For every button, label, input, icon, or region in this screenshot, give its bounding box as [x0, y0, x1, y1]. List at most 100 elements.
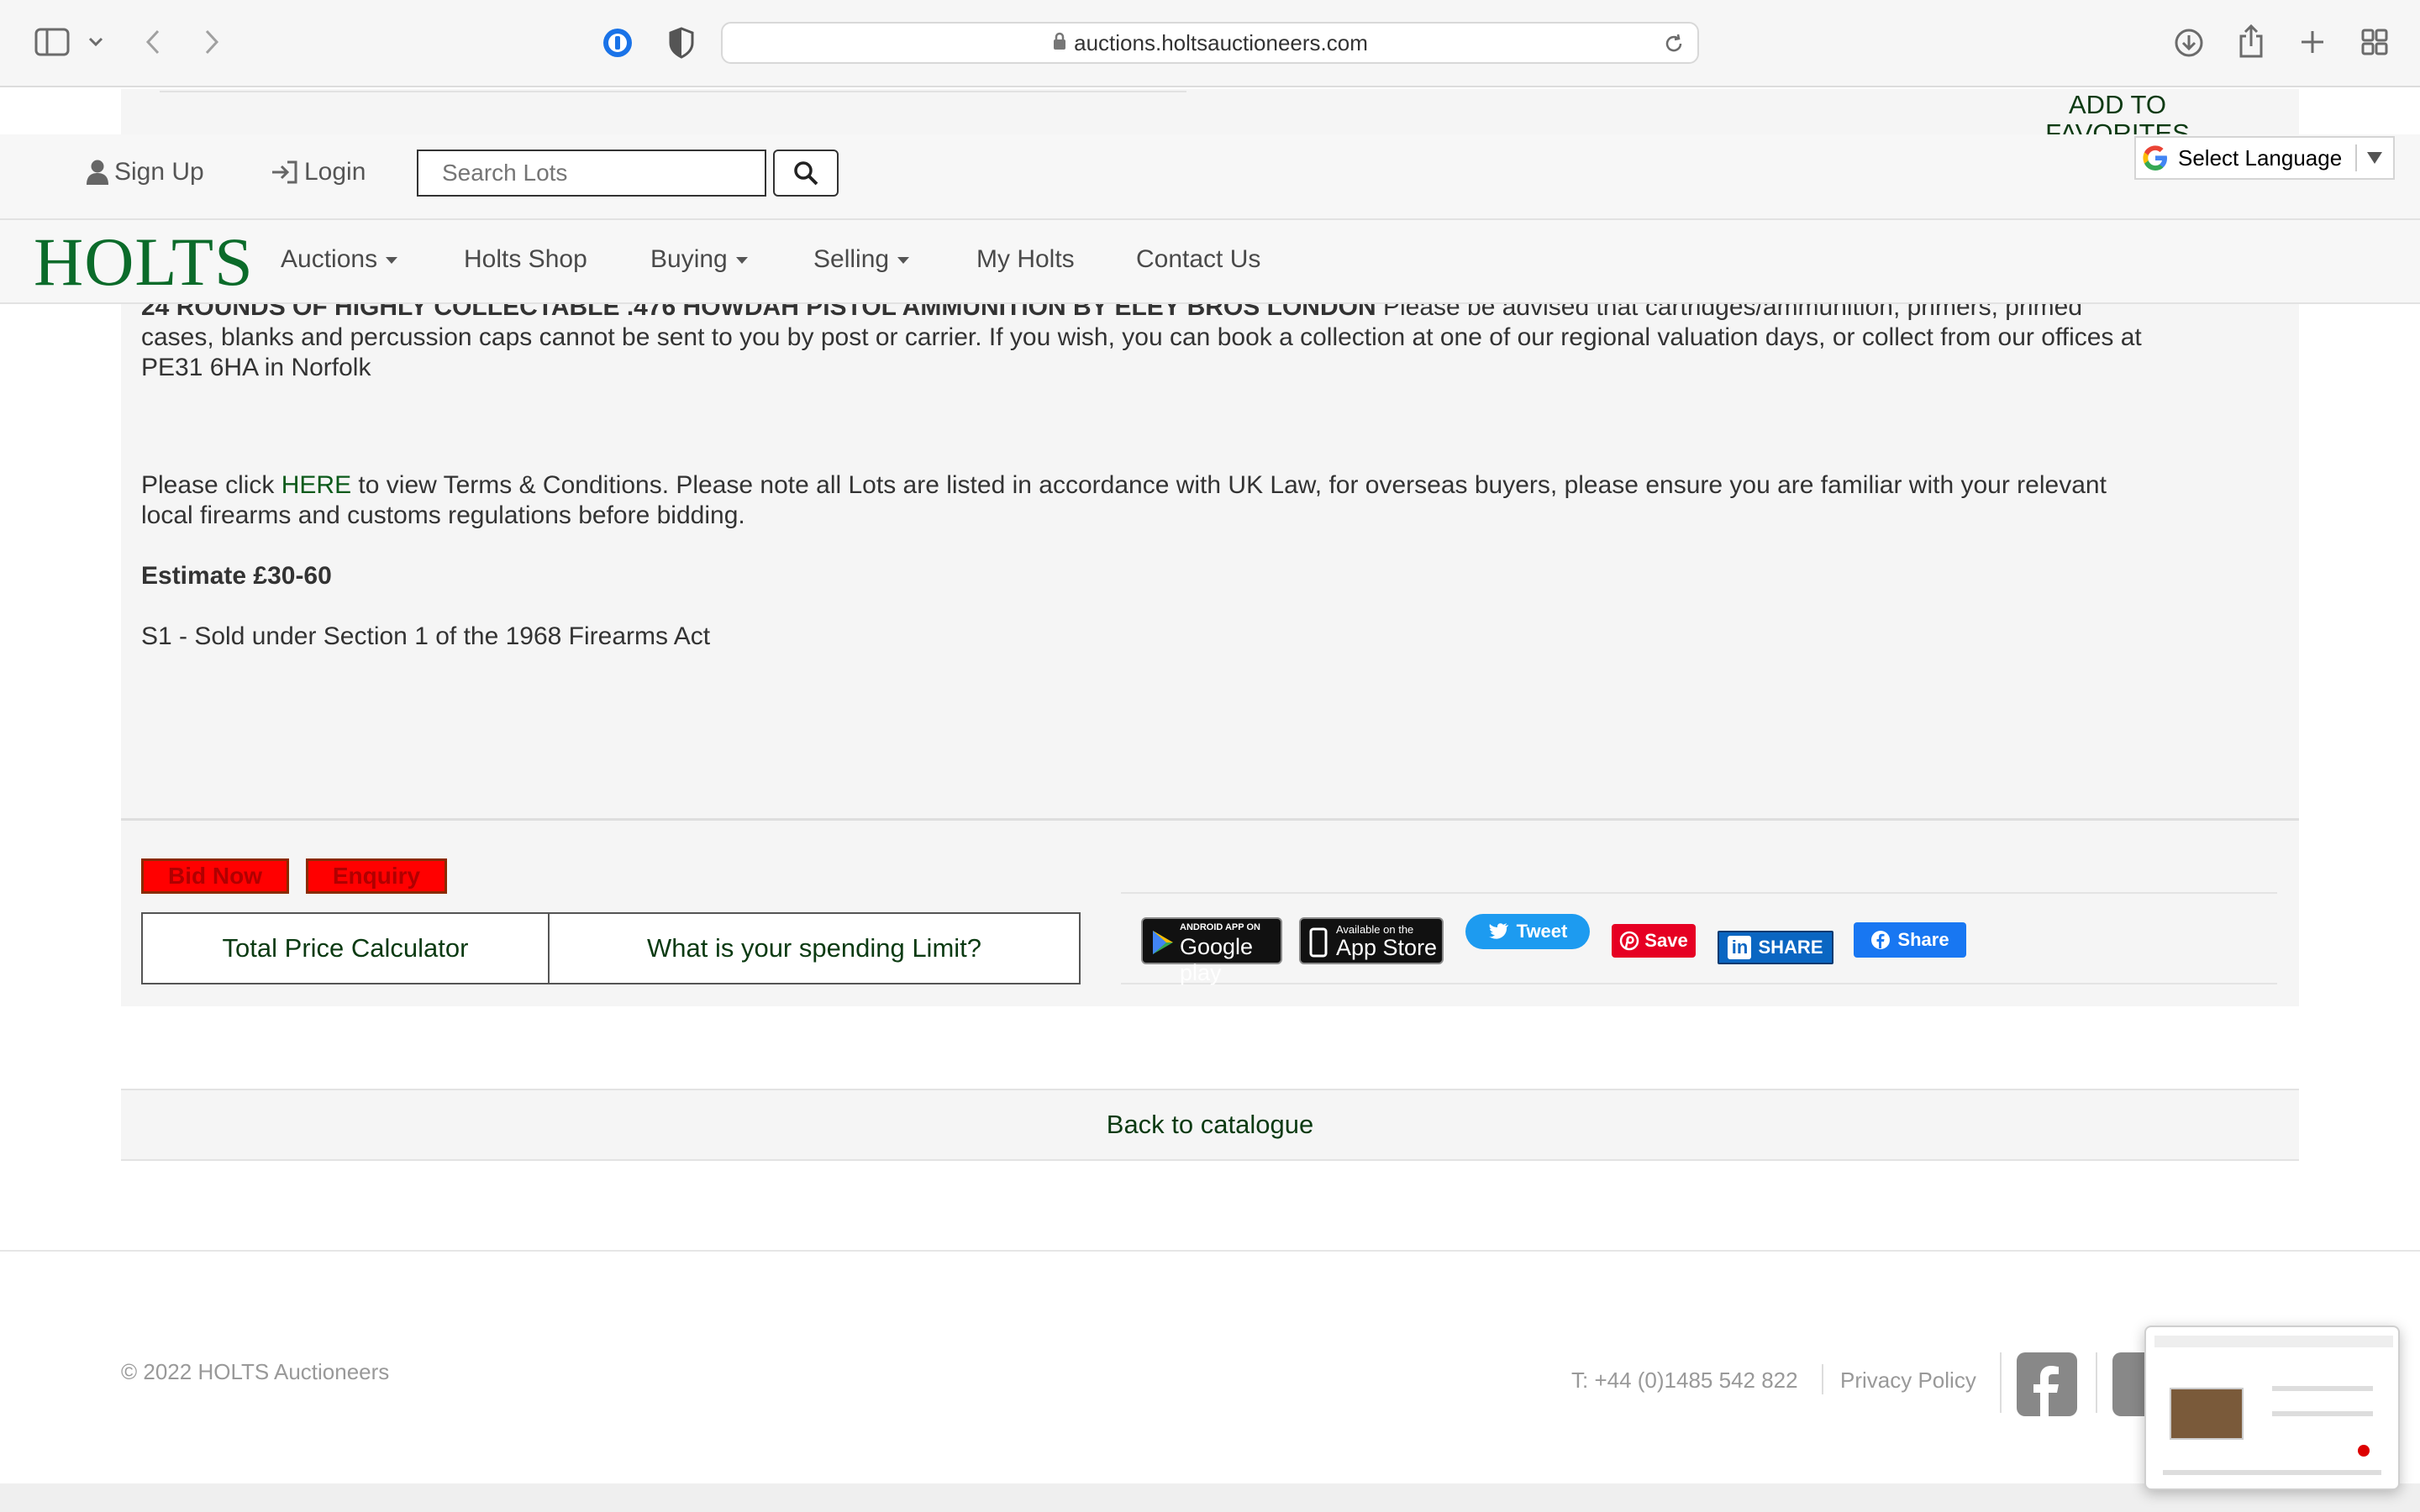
thumbnail-text	[2163, 1470, 2381, 1475]
caret-down-icon	[386, 257, 398, 265]
terms-prefix: Please click	[141, 471, 281, 499]
app-store-label: App Store	[1336, 935, 1438, 960]
bid-now-button[interactable]: Bid Now	[141, 858, 289, 894]
chevron-down-icon[interactable]	[84, 30, 108, 54]
nav-selling[interactable]: Selling	[813, 245, 910, 274]
browser-toolbar: auctions.holtsauctioneers.com	[0, 0, 2420, 87]
facebook-share-button[interactable]: Share	[1854, 922, 1966, 958]
footer-divider	[2096, 1352, 2097, 1413]
linkedin-share-label: SHARE	[1758, 937, 1823, 958]
footer-divider	[2000, 1352, 2002, 1413]
pinterest-save-button[interactable]: Save	[1612, 924, 1696, 958]
nav-selling-label: Selling	[813, 245, 890, 273]
search-button[interactable]	[773, 150, 839, 197]
terms-line-2: local firearms and customs regulations b…	[141, 501, 745, 529]
address-bar[interactable]: auctions.holtsauctioneers.com	[721, 22, 1699, 64]
tweet-label: Tweet	[1516, 921, 1568, 942]
divider	[160, 91, 1186, 92]
forward-arrow-icon[interactable]	[197, 25, 227, 59]
language-label: Select Language	[2178, 144, 2343, 171]
nav-holts-shop[interactable]: Holts Shop	[464, 245, 587, 274]
lock-icon	[1052, 30, 1067, 56]
google-play-caption: ANDROID APP ON	[1180, 922, 1260, 932]
privacy-policy-link[interactable]: Privacy Policy	[1840, 1368, 1976, 1394]
terms-link[interactable]: HERE	[281, 471, 351, 499]
sign-up-link[interactable]: Sign Up	[86, 158, 204, 186]
back-arrow-icon[interactable]	[138, 25, 168, 59]
app-store-badge[interactable]: Available on the App Store	[1299, 917, 1444, 964]
total-price-calculator-button[interactable]: Total Price Calculator	[143, 914, 550, 983]
login-label: Login	[304, 158, 366, 186]
google-icon	[2143, 145, 2167, 171]
thumbnail-text	[2272, 1386, 2373, 1391]
facebook-share-label: Share	[1897, 929, 1949, 950]
thumbnail-header	[2154, 1336, 2393, 1347]
facebook-icon	[1871, 931, 1891, 949]
account-bar: Sign Up Login	[0, 134, 2420, 218]
tab-overview-icon[interactable]	[2358, 25, 2391, 59]
new-tab-icon[interactable]	[2296, 25, 2329, 59]
share-row: ANDROID APP ON Google play Available on …	[1121, 892, 2277, 985]
google-play-badge[interactable]: ANDROID APP ON Google play	[1141, 917, 1282, 985]
estimate: Estimate £30-60	[141, 562, 332, 590]
thumbnail-heart-icon	[2358, 1445, 2370, 1457]
footer-divider	[1822, 1364, 1823, 1394]
back-to-catalogue-link[interactable]: Back to catalogue	[121, 1089, 2299, 1161]
footer-bottom-bar	[0, 1483, 2420, 1512]
screenshot-thumbnail[interactable]	[2144, 1326, 2400, 1490]
twitter-icon	[1488, 923, 1508, 939]
enquiry-button[interactable]: Enquiry	[306, 858, 447, 894]
nav-my-holts-label: My Holts	[976, 245, 1075, 273]
linkedin-icon: in	[1728, 936, 1752, 959]
tweet-button[interactable]: Tweet	[1465, 914, 1590, 949]
main-nav: HOLTS Auctions Holts Shop Buying Selling…	[0, 218, 2420, 304]
caret-down-icon	[735, 257, 748, 265]
google-play-icon	[1153, 931, 1173, 954]
divider	[121, 818, 2299, 821]
pinterest-save-label: Save	[1644, 930, 1688, 951]
sidebar-toggle-icon[interactable]	[32, 25, 72, 59]
nav-holts-shop-label: Holts Shop	[464, 245, 587, 273]
phone-number[interactable]: T: +44 (0)1485 542 822	[1571, 1368, 1798, 1394]
footer: © 2022 HOLTS Auctioneers T: +44 (0)1485 …	[0, 1250, 2420, 1485]
search-icon	[794, 161, 818, 186]
thumbnail-text	[2272, 1411, 2373, 1416]
spending-limit-button[interactable]: What is your spending Limit?	[550, 914, 1079, 983]
lot-notice-line-3: PE31 6HA in Norfolk	[141, 354, 371, 381]
firearms-section: S1 - Sold under Section 1 of the 1968 Fi…	[141, 622, 711, 650]
facebook-icon[interactable]	[2017, 1352, 2077, 1416]
privacy-shield-icon[interactable]	[664, 25, 699, 60]
thumbnail-image	[2170, 1388, 2244, 1440]
lot-notice-line-2: cases, blanks and percussion caps cannot…	[141, 323, 2142, 351]
nav-auctions-label: Auctions	[281, 245, 378, 273]
language-selector[interactable]: Select Language	[2134, 136, 2395, 180]
holts-logo[interactable]: HOLTS	[34, 225, 254, 299]
app-store-caption: Available on the	[1336, 923, 1414, 936]
login-icon	[272, 160, 297, 184]
linkedin-share-button[interactable]: in SHARE	[1718, 931, 1833, 964]
nav-auctions[interactable]: Auctions	[281, 245, 398, 274]
terms-line-1: to view Terms & Conditions. Please note …	[351, 471, 2107, 499]
user-icon	[87, 160, 108, 185]
sign-up-label: Sign Up	[114, 158, 204, 186]
nav-buying-label: Buying	[650, 245, 728, 273]
share-icon[interactable]	[2233, 22, 2269, 60]
downloads-icon[interactable]	[2171, 25, 2207, 60]
url-text: auctions.holtsauctioneers.com	[1074, 29, 1368, 55]
nav-contact-us-label: Contact Us	[1136, 245, 1261, 273]
copyright: © 2022 HOLTS Auctioneers	[121, 1359, 390, 1384]
caret-down-icon	[897, 257, 910, 265]
pinterest-icon	[1620, 931, 1639, 951]
search-lots-input[interactable]	[417, 150, 766, 197]
reload-icon[interactable]	[1662, 32, 1686, 61]
nav-contact-us[interactable]: Contact Us	[1136, 245, 1260, 274]
add-to-favorites-link[interactable]: ADD TO FAVORITES	[2000, 91, 2235, 134]
language-divider	[2355, 144, 2358, 171]
nav-buying[interactable]: Buying	[650, 245, 748, 274]
terms-paragraph: Please click HERE to view Terms & Condit…	[141, 470, 2292, 531]
password-manager-icon[interactable]	[600, 25, 635, 60]
login-link[interactable]: Login	[271, 158, 366, 186]
dropdown-arrow-icon	[2367, 152, 2383, 164]
nav-my-holts[interactable]: My Holts	[976, 245, 1075, 274]
price-tools: Total Price Calculator What is your spen…	[141, 912, 1081, 984]
